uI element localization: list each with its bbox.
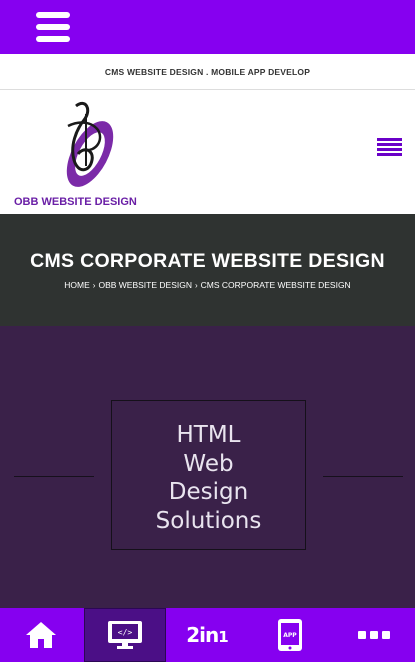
hero-box: HTML Web Design Solutions xyxy=(111,400,306,550)
breadcrumb: HOME › OBB WEBSITE DESIGN › CMS CORPORATE WE… xyxy=(0,280,415,290)
hero-divider-right xyxy=(323,476,403,477)
title-band: CMS CORPORATE WEBSITE DESIGN HOME › OBB WE… xyxy=(0,214,415,326)
nav-app-button[interactable]: APP xyxy=(249,608,331,662)
top-bar xyxy=(0,0,415,54)
breadcrumb-current: CMS CORPORATE WEBSITE DESIGN xyxy=(200,280,351,290)
more-icon xyxy=(358,631,390,639)
tablet-app-icon: APP xyxy=(278,619,302,651)
hero-line: HTML xyxy=(176,422,241,448)
menu-icon[interactable] xyxy=(377,138,402,158)
logo-text: OBB WEBSITE DESIGN xyxy=(14,196,137,208)
home-icon xyxy=(26,622,56,648)
hero-line: Web xyxy=(183,450,234,477)
code-monitor-icon: </> xyxy=(108,621,142,649)
nav-two-in-one-button[interactable]: 2in1 xyxy=(166,608,248,662)
tagline: CMS WEBSITE DESIGN . MOBILE APP DEVELOP xyxy=(0,54,415,90)
breadcrumb-home[interactable]: HOME xyxy=(64,280,90,290)
breadcrumb-separator: › xyxy=(92,281,96,290)
hero-section: HTML Web Design Solutions xyxy=(0,326,415,608)
obb-logo-icon xyxy=(66,101,114,187)
bottom-nav: </> 2in1 APP xyxy=(0,608,415,662)
hero-line: Solutions xyxy=(155,507,262,534)
nav-more-button[interactable] xyxy=(333,608,415,662)
svg-text:</>: </> xyxy=(118,628,133,637)
hamburger-icon[interactable] xyxy=(36,12,70,42)
breadcrumb-obb-website-design[interactable]: OBB WEBSITE DESIGN xyxy=(98,280,192,290)
hero-heading: HTML Web Design Solutions xyxy=(112,421,305,535)
hero-divider-left xyxy=(14,476,94,477)
hero-line: Design xyxy=(168,479,249,505)
site-header: OBB WEBSITE DESIGN xyxy=(0,90,415,214)
nav-web-design-button[interactable]: </> xyxy=(84,608,166,662)
page-title: CMS CORPORATE WEBSITE DESIGN xyxy=(30,250,385,272)
svg-text:APP: APP xyxy=(283,632,297,639)
two-in-one-icon: 2in1 xyxy=(186,623,229,647)
nav-home-button[interactable] xyxy=(0,608,82,662)
breadcrumb-separator: › xyxy=(195,281,198,290)
site-logo[interactable]: OBB WEBSITE DESIGN xyxy=(14,96,164,208)
